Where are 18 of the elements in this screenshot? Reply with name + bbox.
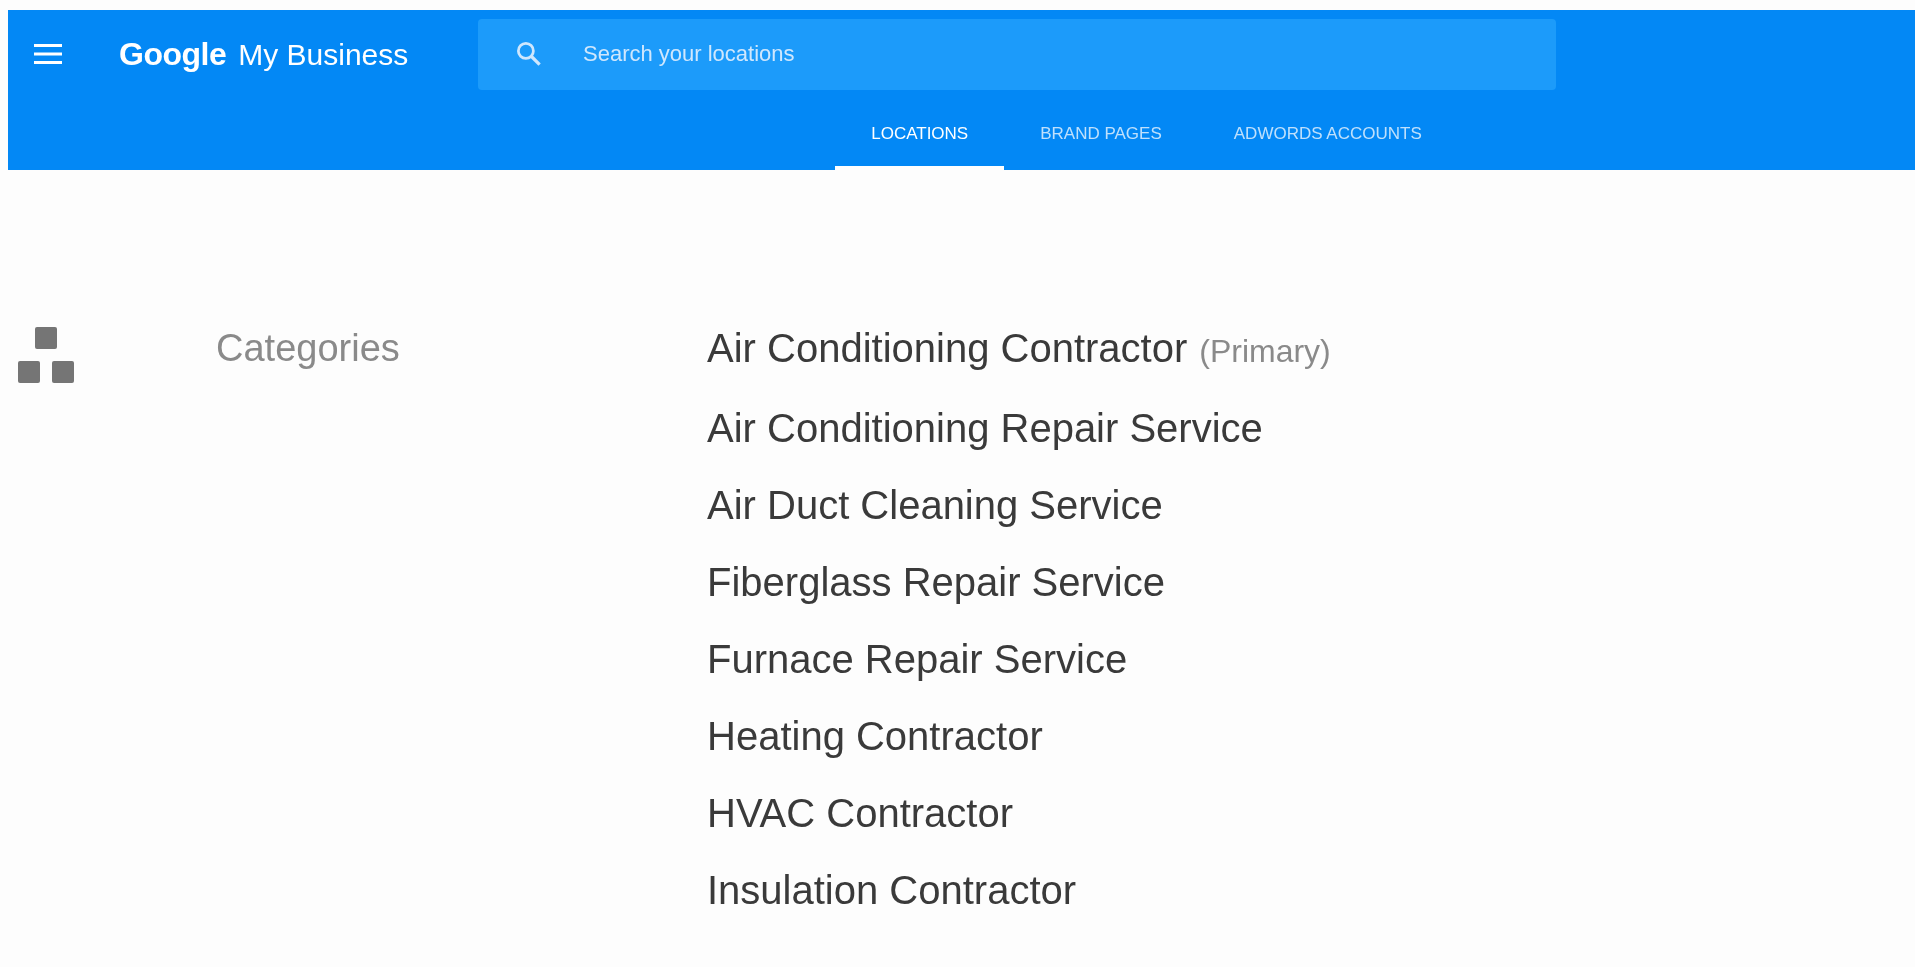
product-name: My Business [238, 37, 409, 72]
category-name: Heating Contractor [707, 713, 1044, 760]
category-name: Air Conditioning Repair Service [707, 405, 1264, 452]
category-name: HVAC Contractor [707, 790, 1014, 837]
category-name: Air Duct Cleaning Service [707, 482, 1164, 529]
category-icon [18, 327, 74, 383]
category-name: Fiberglass Repair Service [707, 559, 1166, 606]
category-name: Insulation Contractor [707, 867, 1078, 914]
category-name: Air Conditioning Contractor (Primary) [707, 325, 1331, 372]
primary-tag: (Primary) [1199, 333, 1331, 369]
nav-tab[interactable]: BRAND PAGES [1004, 98, 1198, 170]
section-label: Categories [216, 326, 401, 371]
nav-tab[interactable]: LOCATIONS [835, 98, 1005, 170]
nav-tab[interactable]: ADWORDS ACCOUNTS [1197, 98, 1458, 170]
logo-text: Google [119, 35, 227, 73]
category-name: Furnace Repair Service [707, 636, 1129, 683]
menu-icon [34, 43, 62, 65]
search-field[interactable]: Search your locations [478, 18, 1556, 90]
